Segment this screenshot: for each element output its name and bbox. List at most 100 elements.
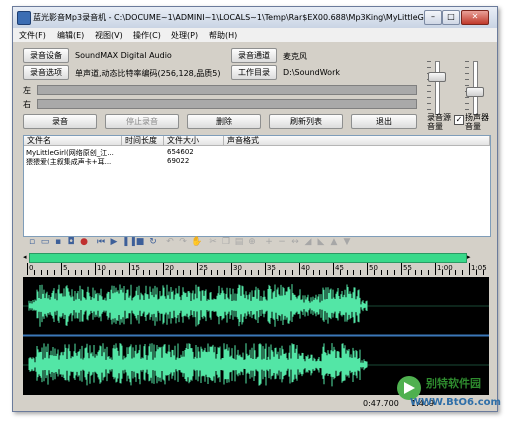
ruler-minor-tick [149,270,151,275]
left-level-meter [37,85,417,95]
column-header-size[interactable]: 文件大小 [164,136,224,146]
slider-ticks [427,61,431,113]
redo-icon[interactable]: ↷ [178,237,188,247]
ruler-minor-tick [203,270,205,275]
delete-button[interactable]: 删除 [187,114,261,129]
hand-icon[interactable]: ✋ [191,237,202,247]
table-row-size: 69022 [167,157,190,165]
mix-icon[interactable]: ⊕ [247,237,257,247]
menu-file[interactable]: 文件(F) [19,30,46,41]
overview-left-arrow[interactable]: ◂ [23,253,29,262]
pause-icon[interactable]: ❚❚ [122,237,137,247]
ruler-minor-tick [475,270,477,275]
record-source-button[interactable]: 录音通道 [231,48,277,63]
paste-icon[interactable]: ▤ [234,237,244,247]
file-list-table: 文件名 时间长度 文件大小 声音格式 MyLittleGirl(网络原创_江..… [23,135,491,237]
watermark-en: WWW.BtO6.com [410,397,501,408]
title-bar[interactable]: 蓝光影音Mp3录音机 - C:\DOCUME~1\ADMINI~1\LOCALS… [13,7,497,29]
open-icon[interactable]: ▭ [40,237,50,247]
record-volume-slider[interactable] [427,61,446,115]
save-icon[interactable]: ▪ [53,237,63,247]
ruler-minor-tick [394,270,396,275]
ruler-minor-tick [373,270,375,275]
stop-record-button[interactable]: 停止录音 [105,114,179,129]
ruler-minor-tick [122,270,124,275]
ruler-minor-tick [224,270,226,275]
record-icon[interactable]: ● [79,237,89,247]
ruler-major-tick [163,263,164,275]
ruler-minor-tick [339,270,341,275]
amplify-icon[interactable]: ▲ [329,237,339,247]
minimize-button[interactable]: – [424,10,442,25]
ruler-minor-tick [312,270,314,275]
slider-track [435,61,440,115]
menu-bar: 文件(F) 编辑(E) 视图(V) 操作(C) 处理(P) 帮助(H) [13,28,497,42]
cut-icon[interactable]: ✂ [208,237,218,247]
fade-in-icon[interactable]: ◢ [303,237,313,247]
edit-toolbar: ▫ ▭ ▪ ◘ ● ⏮ ▶ ❚❚ ■ ↻ ↶ ↷ ✋ ✂ ❐ ▤ ⊕ + − ↔ ◢ ◣ ▲ ▼ [23,235,489,250]
overview-right-arrow[interactable]: ▸ [467,253,475,262]
column-header-name[interactable]: 文件名 [24,136,122,146]
normalize-icon[interactable]: ▼ [342,237,352,247]
slider-thumb[interactable] [466,87,484,97]
stop-icon[interactable]: ■ [135,237,145,247]
rewind-icon[interactable]: ⏮ [96,237,106,247]
column-header-length[interactable]: 时间长度 [122,136,164,146]
record-device-button[interactable]: 录音设备 [23,48,69,63]
zoom-fit-icon[interactable]: ↔ [290,237,300,247]
zoom-out-icon[interactable]: − [277,237,287,247]
ruler-minor-tick [217,270,219,275]
ruler-minor-tick [251,270,253,275]
ruler-minor-tick [360,270,362,275]
menu-operate[interactable]: 操作(C) [133,30,161,41]
exit-button[interactable]: 退出 [351,114,417,129]
new-icon[interactable]: ▫ [27,237,37,247]
record-volume-label: 录音源音量 [427,113,451,131]
menu-help[interactable]: 帮助(H) [209,30,237,41]
zoom-in-icon[interactable]: + [264,237,274,247]
menu-view[interactable]: 视图(V) [95,30,123,41]
menu-edit[interactable]: 编辑(E) [57,30,84,41]
ruler-minor-tick [156,270,158,275]
watermark-cn: 别特软件园 [426,377,481,390]
close-button[interactable]: ✕ [461,10,489,25]
site-watermark: 别特软件园 WWW.BtO6.com [396,373,512,415]
time-ruler[interactable]: ◂ ▸ 0 5 10 15 20 25 30 35 40 45 50 55 1:00 1:05 [23,251,489,275]
record-button[interactable]: 录音 [23,114,97,129]
work-dir-button[interactable]: 工作目录 [231,65,277,80]
waveform-overview[interactable] [29,253,467,263]
maximize-button[interactable]: □ [442,10,460,25]
slider-thumb[interactable] [428,72,446,82]
copy-icon[interactable]: ❐ [221,237,231,247]
refresh-list-button[interactable]: 刷新列表 [269,114,343,129]
fade-out-icon[interactable]: ◣ [316,237,326,247]
ruler-minor-tick [33,270,35,275]
save-as-icon[interactable]: ◘ [66,237,76,247]
right-channel-label: 右 [23,100,31,109]
speaker-volume-slider[interactable] [465,61,484,115]
table-row-size: 654602 [167,148,194,156]
ruler-minor-tick [448,270,450,275]
ruler-label: 1:00 [437,264,453,272]
ruler-minor-tick [407,270,409,275]
speaker-volume-checkbox[interactable]: ✓ [454,115,464,125]
record-options-button[interactable]: 录音选项 [23,65,69,80]
ruler-minor-tick [285,270,287,275]
ruler-minor-tick [81,270,83,275]
ruler-minor-tick [292,270,294,275]
ruler-major-tick [265,263,266,275]
ruler-minor-tick [88,270,90,275]
column-header-format[interactable]: 声音格式 [224,136,490,146]
menu-process[interactable]: 处理(P) [171,30,198,41]
play-icon[interactable]: ▶ [109,237,119,247]
ruler-major-tick [469,263,470,275]
ruler-major-tick [27,263,28,275]
table-row-name[interactable]: 猥猥爱(主叙集成声卡+耳... [26,157,111,167]
loop-icon[interactable]: ↻ [148,237,158,247]
record-source-value: 麦克风 [283,52,307,61]
app-icon [17,11,31,25]
ruler-minor-tick [326,270,328,275]
waveform-left-channel [28,284,368,327]
undo-icon[interactable]: ↶ [165,237,175,247]
ruler-minor-tick [319,270,321,275]
